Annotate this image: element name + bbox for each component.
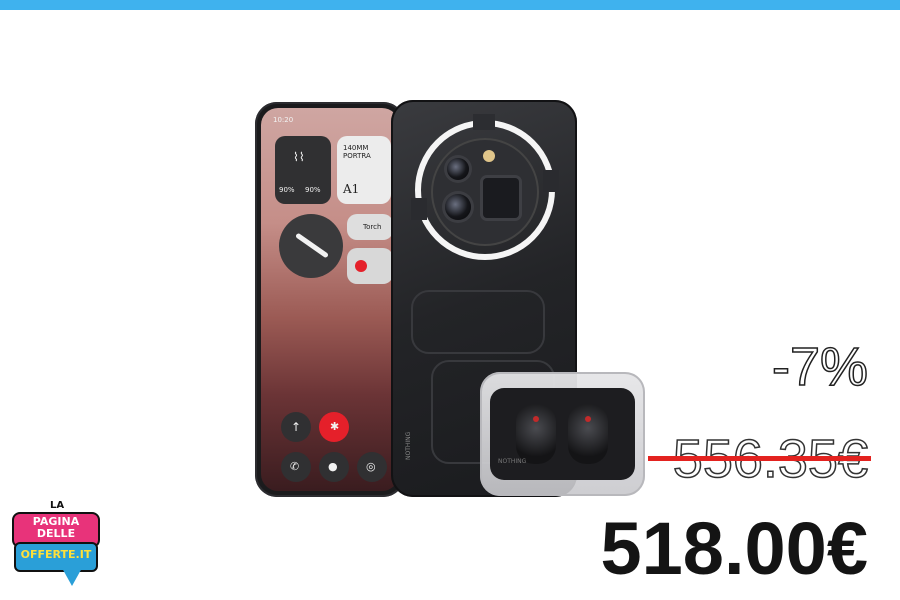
camera-lens xyxy=(447,158,469,180)
record-dot-icon xyxy=(355,260,367,272)
product-image: 10:20 ⌇⌇ 90% 90% 140MM PORTRA A1 Torch ↑… xyxy=(255,100,645,500)
camera-widget: 140MM PORTRA A1 xyxy=(337,136,391,204)
top-accent-bar xyxy=(0,0,900,10)
arrow-up-icon: ↑ xyxy=(281,412,311,442)
earbud-left xyxy=(516,404,556,464)
site-logo: LA PAGINA DELLE OFFERTE.IT xyxy=(10,500,100,596)
battery-right: 90% xyxy=(305,186,321,194)
new-price: 518.00€ xyxy=(600,507,869,590)
earbuds-icon: ⌇⌇ xyxy=(293,150,305,164)
clock-hand xyxy=(295,232,329,259)
logo-line-2: PAGINA DELLE xyxy=(32,515,80,540)
earbuds-widget: ⌇⌇ 90% 90% xyxy=(275,136,331,204)
phone-screen: 10:20 ⌇⌇ 90% 90% 140MM PORTRA A1 Torch ↑… xyxy=(261,108,399,491)
torch-widget: Torch xyxy=(347,214,393,240)
logo-la: LA xyxy=(50,500,65,511)
earbud-right xyxy=(568,404,608,464)
periscope-lens xyxy=(483,178,519,218)
clock-widget xyxy=(279,214,343,278)
camera-lens xyxy=(445,194,471,220)
messages-icon: ● xyxy=(319,452,349,482)
battery-left: 90% xyxy=(279,186,295,194)
screen-time: 10:20 xyxy=(273,116,294,124)
phone-front: 10:20 ⌇⌇ 90% 90% 140MM PORTRA A1 Torch ↑… xyxy=(255,102,405,497)
phone-icon: ✆ xyxy=(281,452,311,482)
camera-module xyxy=(431,138,539,246)
logo-line-3: OFFERTE.IT xyxy=(20,548,92,561)
widget-a1: A1 xyxy=(343,182,360,196)
discount-badge: -7% xyxy=(771,337,869,397)
bluetooth-icon: ✱ xyxy=(319,412,349,442)
flash xyxy=(483,150,495,162)
back-brand: NOTHING xyxy=(405,431,412,460)
case-brand: NOTHING xyxy=(498,458,527,465)
camera-widget-label: 140MM PORTRA xyxy=(343,144,371,160)
old-price-strikethrough xyxy=(648,456,871,461)
browser-icon: ◎ xyxy=(357,452,387,482)
record-widget xyxy=(347,248,393,284)
torch-label: Torch xyxy=(363,223,382,231)
earbuds-case: NOTHING xyxy=(480,372,645,496)
